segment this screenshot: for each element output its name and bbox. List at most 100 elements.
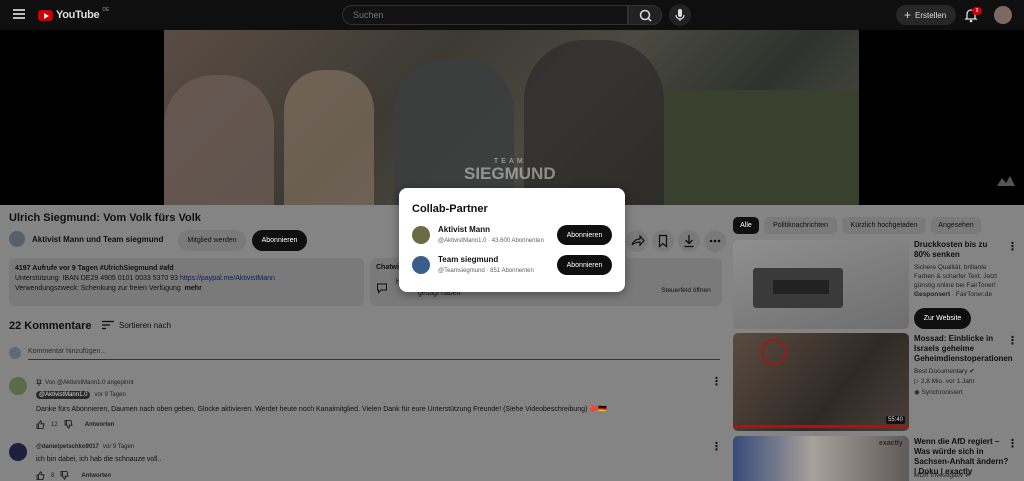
partner-subtitle: @Teamsiegmund · 851 Abonnenten [438, 268, 534, 274]
ad-title[interactable]: Druckkosten bis zu 80% senken [914, 240, 1004, 260]
dubbed-badge: ◉ Synchronisiert [914, 388, 963, 397]
account-avatar[interactable] [994, 6, 1012, 24]
comment-actions: 8 Antworten [36, 471, 111, 480]
channel-name[interactable]: Aktivist Mann und Team siegmund [32, 235, 163, 244]
sort-comments-button[interactable]: Sortieren nach [102, 320, 171, 330]
pinned-label: Von @AktivistMann1.0 angepinnt [36, 379, 133, 386]
thumbnail-circle-highlight [761, 339, 787, 365]
sponsored-label: Gesponsert [914, 291, 951, 298]
partner-avatar[interactable] [412, 256, 430, 274]
video-duration: 55:40 [885, 416, 905, 424]
bookmark-icon [658, 234, 668, 248]
subscribe-partner-button[interactable]: Abonnieren [557, 225, 612, 245]
video-stats: ▷ 2,8 Mio. vor 1 Jahr [914, 377, 975, 386]
comment-avatar[interactable] [9, 377, 27, 395]
partner-name[interactable]: Team siegmund [438, 255, 498, 264]
video-channel[interactable]: Best Documentary ✔ [914, 367, 975, 376]
comment-actions: 12 Antworten [36, 420, 114, 429]
create-label: Erstellen [915, 10, 947, 20]
reply-button[interactable]: Antworten [85, 422, 115, 428]
chip-all[interactable]: Alle [733, 217, 759, 234]
comment-header: @AktivistMann1.0 vor 9 Tagen [36, 391, 126, 399]
video-frame-shape [284, 70, 374, 205]
comment-author[interactable]: @danielpetschko9017 [36, 444, 99, 450]
video-menu-icon[interactable]: ⋮ [1007, 334, 1018, 347]
open-chat-button[interactable]: Steuerfeld öffnen [655, 282, 717, 298]
dubbed-icon: ◉ [914, 389, 920, 396]
chip-recently-uploaded[interactable]: Kürzlich hochgeladen [842, 217, 926, 234]
comment-menu-icon[interactable]: ⋮ [711, 375, 722, 388]
video-channel[interactable]: MDR Investigativ ✔ [914, 471, 970, 480]
menu-icon[interactable] [13, 9, 25, 19]
partner-avatar[interactable] [412, 226, 430, 244]
save-button[interactable] [652, 230, 674, 252]
dialog-title: Collab-Partner [412, 203, 488, 215]
subscribe-button[interactable]: Abonnieren [252, 230, 307, 251]
video-thumbnail[interactable]: exactly [733, 436, 909, 481]
microphone-button[interactable] [669, 4, 691, 26]
thumbs-up-icon[interactable] [36, 420, 45, 429]
youtube-play-icon [38, 9, 53, 21]
download-button[interactable] [678, 230, 700, 252]
search-input[interactable]: Suchen [342, 5, 628, 25]
description-paypal-link[interactable]: https://paypal.me/AktivistMann [180, 275, 275, 282]
verified-icon: ✔ [964, 472, 971, 479]
video-frame-shape [164, 75, 274, 205]
video-title[interactable]: Mossad: Einblicke in Israels geheime Geh… [914, 334, 1013, 364]
youtube-logo[interactable]: YouTube DE [38, 7, 110, 21]
watched-progress-bar [733, 425, 909, 428]
chip-politics[interactable]: Politiknachrichten [764, 217, 837, 234]
video-title: Ulrich Siegmund: Vom Volk fürs Volk [9, 212, 201, 224]
comment-menu-icon[interactable]: ⋮ [711, 440, 722, 453]
ad-description: Sichere Qualität, brillante Farben & sch… [914, 264, 997, 289]
video-stats-text: 2,8 Mio. vor 1 Jahr [920, 378, 975, 385]
channel-avatar[interactable] [9, 231, 25, 247]
user-avatar [9, 347, 21, 359]
video-player[interactable]: TEAM SIEGMUND [164, 30, 859, 205]
partner-subtitle: @AktivistMann1.0 · 43.600 Abonnenten [438, 238, 544, 244]
more-horizontal-icon [709, 239, 721, 243]
thumbs-down-icon[interactable] [64, 420, 73, 429]
comment-avatar[interactable] [9, 443, 27, 461]
video-frame-shape [664, 90, 859, 205]
create-button[interactable]: + Erstellen [896, 5, 956, 25]
pin-icon [36, 379, 42, 386]
watermark-line2: SIEGMUND [464, 164, 556, 183]
video-menu-icon[interactable]: ⋮ [1007, 437, 1018, 450]
subscribe-partner-button[interactable]: Abonnieren [557, 255, 612, 275]
add-comment-input[interactable]: Kommentar hinzufügen... [28, 348, 720, 360]
download-icon [684, 235, 694, 248]
comment-author[interactable]: @AktivistMann1.0 [36, 391, 91, 399]
visit-website-button[interactable]: Zur Website [914, 308, 971, 329]
share-button[interactable] [626, 230, 648, 252]
ad-thumbnail[interactable] [733, 240, 909, 329]
logo-text: YouTube [56, 9, 100, 21]
thumbs-down-icon[interactable] [60, 471, 69, 480]
ad-sponsored-line: Gesponsert · FairToner.de [914, 290, 992, 299]
plus-icon: + [904, 8, 912, 22]
logo-country: DE [102, 7, 110, 13]
reply-button[interactable]: Antworten [81, 473, 111, 479]
description-line3: Verwendungszweck: Schenkung zur freien V… [15, 285, 181, 292]
channel-name: Best Documentary [914, 368, 968, 375]
comment-time[interactable]: vor 9 Tagen [94, 392, 125, 398]
thumbs-up-icon[interactable] [36, 471, 45, 480]
dubbed-label: Synchronisiert [921, 389, 963, 396]
ad-menu-icon[interactable]: ⋮ [1007, 240, 1018, 253]
description-more-link[interactable]: mehr [185, 285, 202, 292]
chat-label: Chatwi [376, 264, 399, 271]
comment-time[interactable]: vor 9 Tagen [103, 444, 134, 450]
video-thumbnail[interactable]: 55:40 [733, 333, 909, 431]
search-button[interactable] [628, 5, 662, 25]
channel-watermark-icon[interactable] [996, 175, 1016, 187]
chip-watched[interactable]: Angesehen [931, 217, 981, 234]
share-icon [631, 234, 645, 247]
verified-icon: ✔ [969, 368, 975, 375]
join-button[interactable]: Mitglied werden [178, 230, 246, 251]
video-watermark: TEAM SIEGMUND [464, 158, 556, 182]
more-actions-button[interactable] [704, 230, 726, 252]
video-description[interactable]: 4197 Aufrufe vor 9 Tagen #UlrichSiegmund… [9, 258, 364, 306]
pinned-text: Von @AktivistMann1.0 angepinnt [45, 379, 134, 386]
partner-name[interactable]: Aktivist Mann [438, 225, 490, 234]
comment-header: @danielpetschko9017 vor 9 Tagen [36, 444, 134, 450]
